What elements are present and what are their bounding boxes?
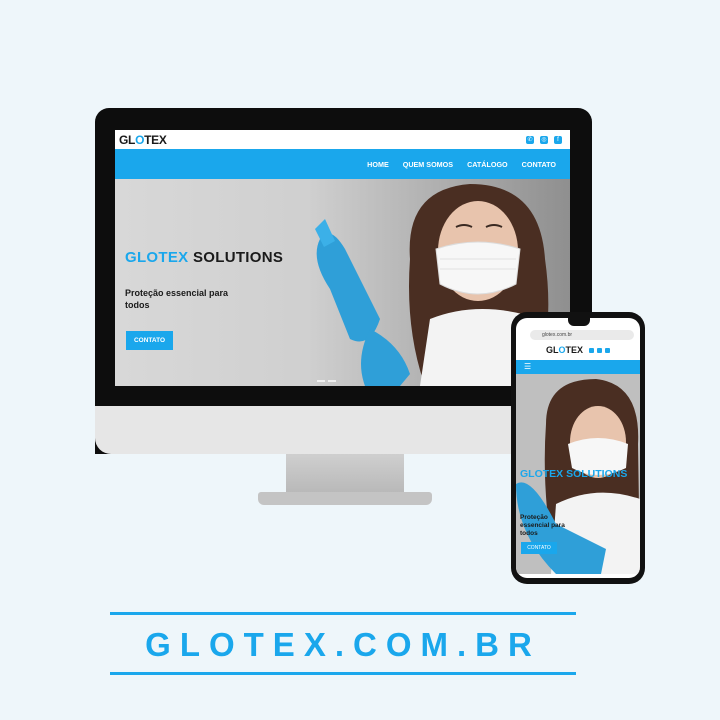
mobile-social-icons (589, 347, 611, 353)
phone-notch (568, 318, 590, 326)
nav-contato[interactable]: CONTATO (522, 160, 556, 169)
domain-banner: GLOTEX.COM.BR (145, 626, 541, 663)
logo-text-end: TEX (565, 345, 584, 355)
mobile-topbar: GLOTEX (516, 340, 640, 360)
hero-title: GLOTEX SOLUTIONS (125, 249, 283, 266)
mobile-hero-title: GLOTEX SOLUTIONS (520, 468, 628, 480)
hero-subtitle: Proteção essencial para todos (125, 288, 229, 310)
instagram-icon[interactable] (597, 347, 603, 353)
nav-home[interactable]: HOME (367, 160, 389, 169)
social-icons: ✆ ◎ f (526, 135, 562, 144)
mobile-nav: ☰ (516, 360, 640, 374)
monitor-stand-base (258, 492, 432, 505)
mobile-logo[interactable]: GLOTEX (546, 345, 583, 355)
mobile-hero-subtitle: Proteção essencial para todos (520, 514, 565, 537)
instagram-icon[interactable]: ◎ (540, 135, 548, 144)
site-topbar: GLOTEX ✆ ◎ f (115, 130, 570, 149)
url-bar[interactable]: glotex.com.br (530, 330, 634, 340)
facebook-icon[interactable] (605, 347, 611, 353)
banner-bottom-rule (110, 672, 576, 675)
logo-o: O (135, 132, 145, 147)
mobile-website-screen: glotex.com.br GLOTEX ☰ GLOTEX SOLUTIONS … (516, 318, 640, 578)
slider-dots[interactable] (317, 380, 336, 382)
hamburger-menu-icon[interactable]: ☰ (524, 363, 531, 371)
facebook-icon[interactable]: f (554, 135, 562, 144)
whatsapp-icon[interactable] (589, 347, 595, 353)
hero-banner: GLOTEX SOLUTIONS Proteção essencial para… (115, 179, 570, 386)
site-nav: HOME QUEM SOMOS CATÁLOGO CONTATO (115, 149, 570, 179)
mobile-hero: GLOTEX SOLUTIONS Proteção essencial para… (516, 374, 640, 574)
whatsapp-icon[interactable]: ✆ (526, 135, 534, 144)
nav-quem-somos[interactable]: QUEM SOMOS (403, 160, 453, 169)
banner-top-rule (110, 612, 576, 615)
logo-text: GL (119, 132, 136, 147)
logo-text-end: TEX (144, 132, 167, 147)
nav-catalogo[interactable]: CATÁLOGO (467, 160, 508, 169)
logo-text: GL (545, 345, 559, 355)
site-logo[interactable]: GLOTEX (119, 133, 167, 147)
hero-title-rest: SOLUTIONS (192, 249, 284, 266)
logo-o: O (558, 345, 566, 355)
desktop-website-screen: GLOTEX ✆ ◎ f HOME QUEM SOMOS CATÁLOGO CO… (115, 130, 570, 386)
contato-button[interactable]: CONTATO (126, 331, 173, 350)
monitor-stand-neck (286, 454, 404, 494)
mobile-contato-button[interactable]: CONTATO (521, 542, 557, 554)
hero-title-accent: GLOTEX (125, 249, 189, 266)
